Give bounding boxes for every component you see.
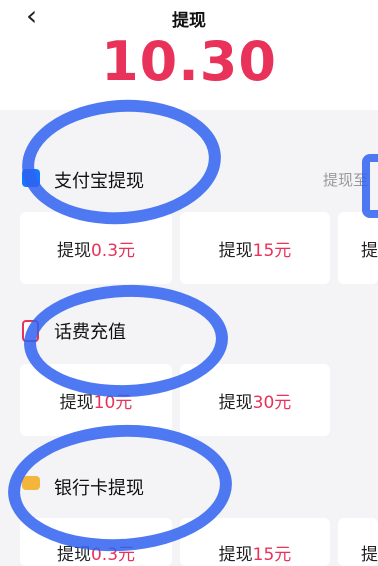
annotation-ellipse [17,93,226,231]
option-value: 30元 [252,393,292,413]
option-prefix: 提现 [218,393,253,413]
option-card[interactable]: 提现15元 [180,212,330,284]
option-prefix: 提现 [218,545,253,565]
option-card[interactable]: 提 [338,518,378,566]
header: ‹ 提现 10.30 [0,0,378,110]
page-title: 提现 [172,11,206,31]
option-prefix: 提 [361,241,378,261]
option-prefix: 提现 [56,241,91,261]
balance-amount: 10.30 [101,30,277,93]
annotation-mark [362,154,378,218]
option-value: 15元 [252,241,292,261]
options-row-alipay: 提现0.3元 提现15元 提 [0,212,378,284]
option-value: 15元 [252,545,292,565]
option-value: 0.3元 [90,241,136,261]
option-prefix: 提现 [59,393,94,413]
option-prefix: 提 [361,545,378,565]
option-card[interactable]: 提 [338,212,378,284]
option-prefix: 提现 [218,241,253,261]
